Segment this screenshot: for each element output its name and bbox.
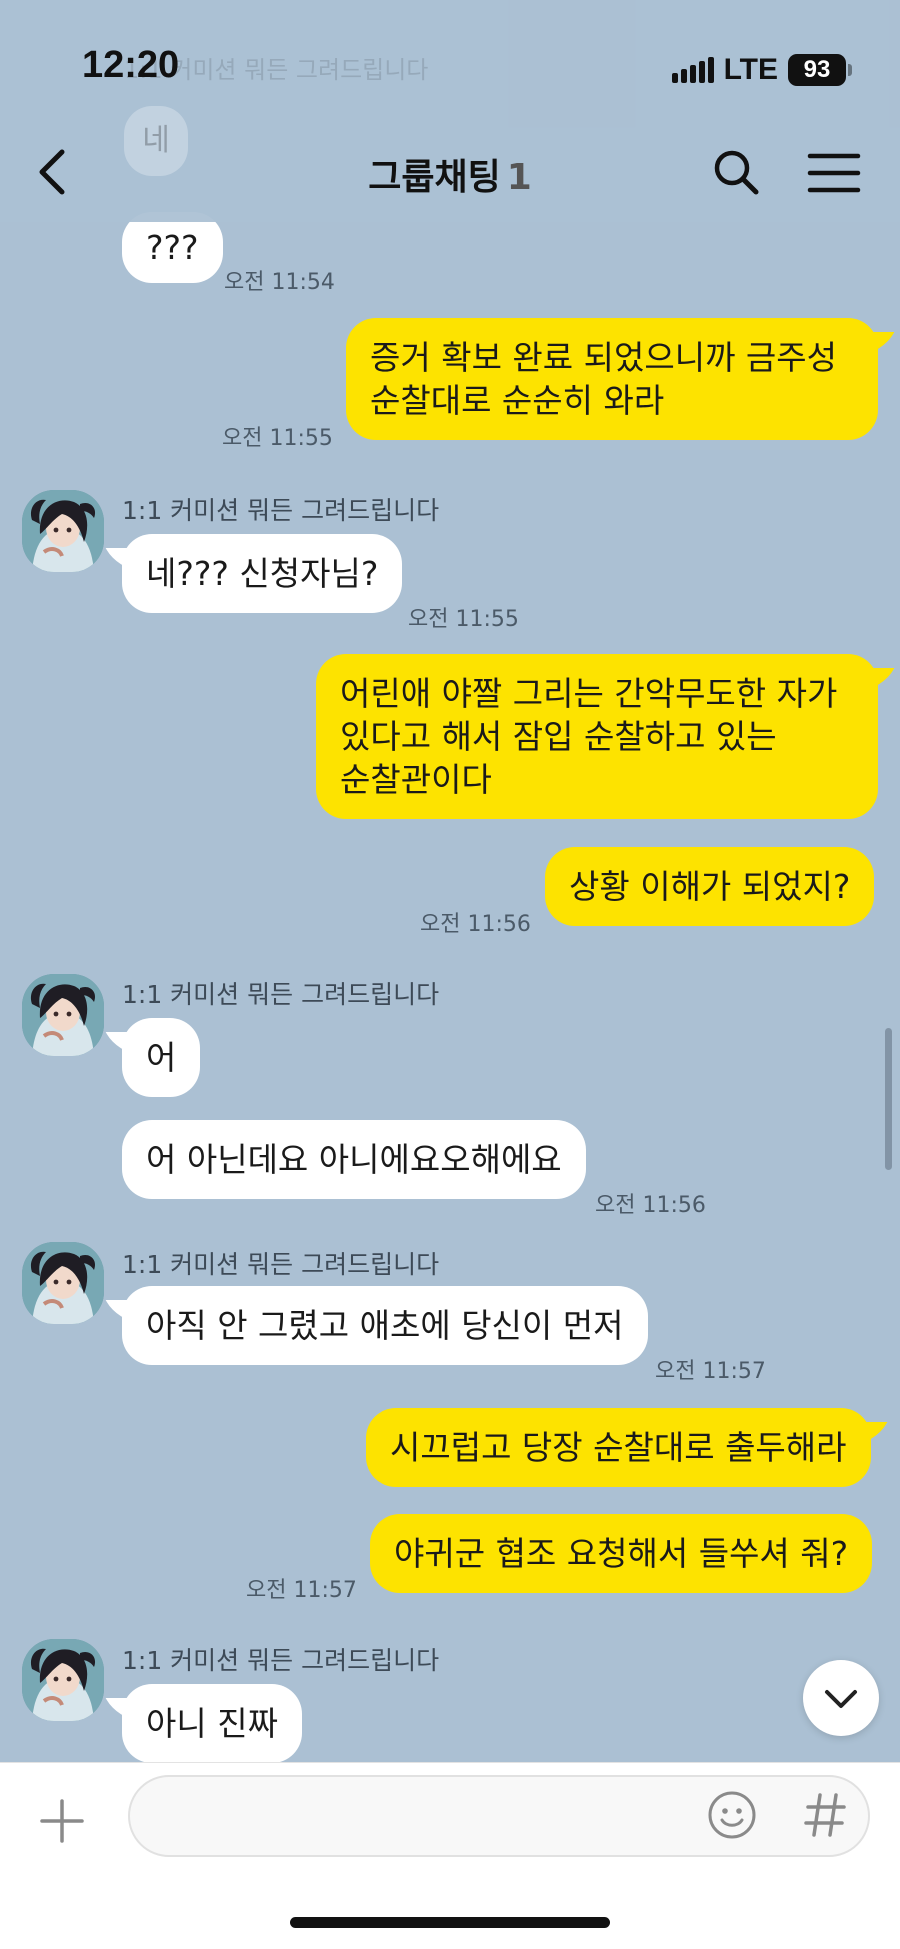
sender-name: 1:1 커미션 뭐든 그려드립니다 xyxy=(122,980,440,1009)
ghost-message-bubble: 네 xyxy=(124,106,188,176)
message-time: 오전 11:57 xyxy=(655,1359,766,1384)
member-count: 1 xyxy=(506,157,532,198)
avatar[interactable] xyxy=(22,974,104,1056)
message-bubble-outgoing[interactable]: 상황 이해가 되었지? xyxy=(545,847,875,926)
message-bubble-outgoing[interactable]: 증거 확보 완료 되었으니까 금주성 순찰대로 순순히 와라 xyxy=(346,318,878,440)
hashtag-search-button[interactable] xyxy=(800,1787,850,1843)
message-text: 시끄럽고 당장 순찰대로 출두해라 xyxy=(390,1428,847,1467)
top-bar: 1:1 커미션 뭐든 그려드립니다 네 12:20 LTE 93 그룹채팅 1 xyxy=(0,0,900,222)
menu-button[interactable] xyxy=(806,148,862,198)
sender-name: 1:1 커미션 뭐든 그려드립니다 xyxy=(122,1646,440,1675)
message-text: 어 xyxy=(146,1038,177,1077)
search-icon xyxy=(714,150,759,195)
message-bubble-incoming[interactable]: ??? xyxy=(122,212,223,283)
home-indicator[interactable] xyxy=(290,1917,610,1928)
status-indicators: LTE 93 xyxy=(671,50,852,90)
message-bubble-outgoing[interactable]: 어린애 야짤 그리는 간악무도한 자가 있다고 해서 잠입 순찰하고 있는 순찰… xyxy=(316,654,878,819)
message-input[interactable] xyxy=(128,1775,870,1857)
scroll-to-bottom-button[interactable] xyxy=(803,1660,879,1736)
message-time: 오전 11:55 xyxy=(408,607,519,632)
message-bubble-incoming[interactable]: 아직 안 그렸고 애초에 당신이 먼저 xyxy=(122,1286,648,1365)
message-bubble-incoming[interactable]: 어 아닌데요 아니에요오해에요 xyxy=(122,1120,586,1199)
message-text-line: 어린애 야짤 그리는 간악무도한 자가 xyxy=(340,674,838,713)
message-text-line: 증거 확보 완료 되었으니까 금주성 xyxy=(370,338,837,377)
hamburger-menu-icon xyxy=(807,153,861,193)
back-button[interactable] xyxy=(28,142,78,202)
chat-title-text: 그룹채팅 xyxy=(368,157,501,198)
message-bubble-outgoing[interactable]: 시끄럽고 당장 순찰대로 출두해라 xyxy=(366,1408,871,1487)
battery-level: 93 xyxy=(788,54,846,86)
message-text-line: 있다고 해서 잠입 순찰하고 있는 xyxy=(340,717,777,756)
avatar-image xyxy=(22,1242,104,1324)
plus-icon xyxy=(40,1799,84,1843)
message-text-line: 순찰관이다 xyxy=(340,760,492,799)
message-text-line: 순찰대로 순순히 와라 xyxy=(370,381,665,420)
message-time: 오전 11:56 xyxy=(595,1193,706,1218)
avatar[interactable] xyxy=(22,1242,104,1324)
avatar-image xyxy=(22,974,104,1056)
message-time: 오전 11:54 xyxy=(224,270,335,295)
message-text: 상황 이해가 되었지? xyxy=(569,867,851,906)
attach-button[interactable] xyxy=(34,1793,90,1849)
message-time: 오전 11:55 xyxy=(222,426,333,451)
message-bubble-outgoing[interactable]: 야귀군 협조 요청해서 들쑤셔 줘? xyxy=(370,1514,873,1593)
message-text: 아직 안 그렸고 애초에 당신이 먼저 xyxy=(146,1306,624,1345)
scrollbar[interactable] xyxy=(885,1028,892,1170)
avatar-image xyxy=(22,490,104,572)
message-text: ??? xyxy=(146,228,199,267)
message-text: 야귀군 협조 요청해서 들쑤셔 줘? xyxy=(394,1534,849,1573)
status-time: 12:20 xyxy=(82,44,180,86)
message-bubble-incoming[interactable]: 어 xyxy=(122,1018,201,1097)
message-text: 어 아닌데요 아니에요오해에요 xyxy=(146,1140,562,1179)
chevron-left-icon xyxy=(39,149,65,195)
emoji-button[interactable] xyxy=(706,1789,758,1841)
message-text: 네??? 신청자님? xyxy=(146,554,379,593)
search-button[interactable] xyxy=(708,144,764,200)
battery-icon: 93 xyxy=(788,54,852,86)
sender-name: 1:1 커미션 뭐든 그려드립니다 xyxy=(122,496,440,525)
message-time: 오전 11:57 xyxy=(246,1578,357,1603)
smiley-icon xyxy=(708,1791,756,1839)
avatar-image xyxy=(22,1639,104,1721)
avatar[interactable] xyxy=(22,1639,104,1721)
chevron-down-icon xyxy=(825,1690,857,1708)
hash-icon xyxy=(804,1793,846,1837)
message-input-bar xyxy=(0,1762,900,1949)
avatar[interactable] xyxy=(22,490,104,572)
message-time: 오전 11:56 xyxy=(420,912,531,937)
message-bubble-incoming[interactable]: 아니 진짜 xyxy=(122,1684,302,1763)
message-bubble-incoming[interactable]: 네??? 신청자님? xyxy=(122,534,403,613)
sender-name: 1:1 커미션 뭐든 그려드립니다 xyxy=(122,1250,440,1279)
signal-icon xyxy=(671,57,714,83)
chat-area[interactable]: ??? 오전 11:54 증거 확보 완료 되었으니까 금주성 순찰대로 순순히… xyxy=(0,0,900,1763)
message-text: 아니 진짜 xyxy=(146,1704,278,1743)
network-type: LTE xyxy=(723,53,778,86)
